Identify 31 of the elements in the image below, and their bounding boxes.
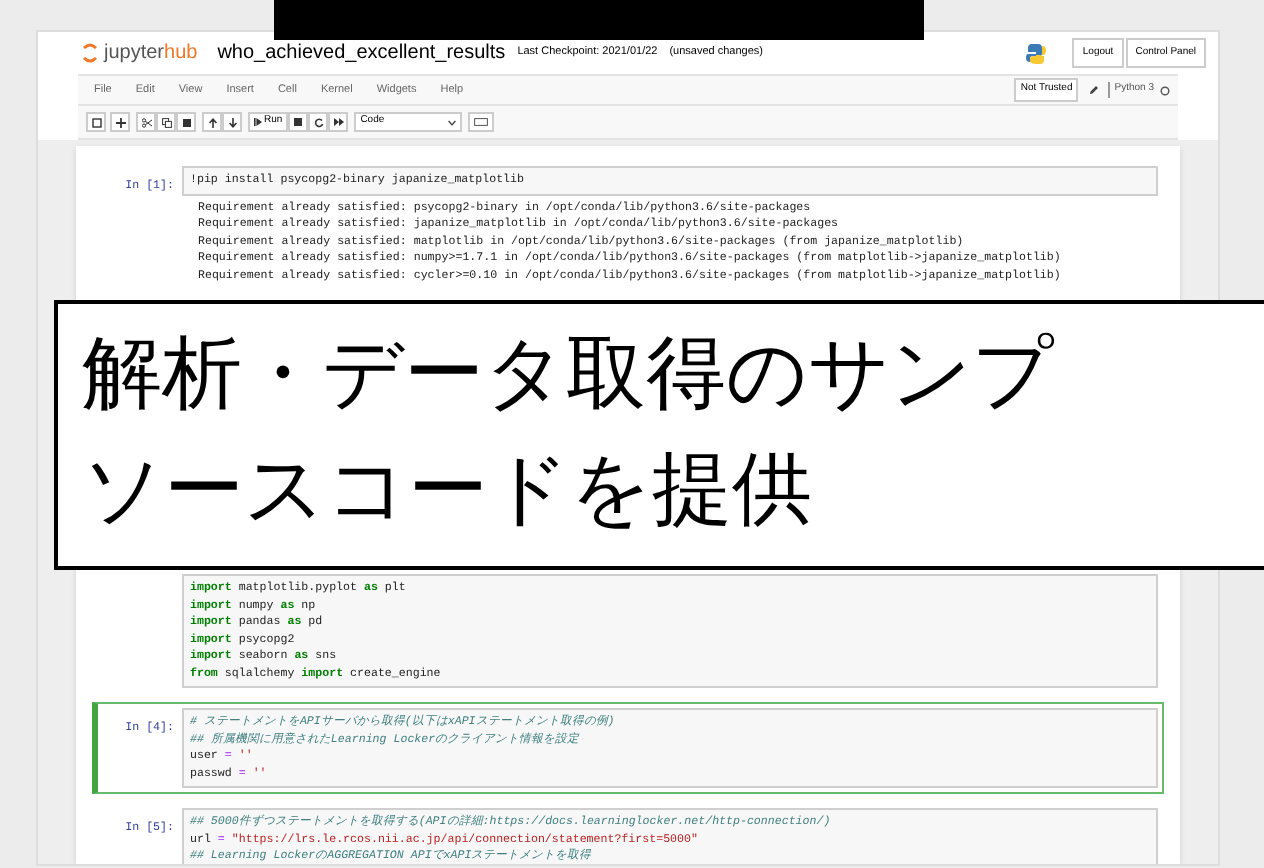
plus-icon bbox=[115, 117, 125, 127]
arrow-down-icon bbox=[227, 117, 237, 127]
arrow-up-icon bbox=[207, 117, 217, 127]
step-forward-icon bbox=[254, 118, 262, 126]
jupyterhub-logo: jupyterhub bbox=[104, 40, 198, 68]
code-input[interactable] bbox=[182, 808, 1158, 864]
notebook-name[interactable]: who_achieved_excellent_results bbox=[217, 38, 506, 68]
move-up-button[interactable] bbox=[202, 112, 222, 132]
interrupt-button[interactable] bbox=[288, 112, 309, 132]
copy-button[interactable] bbox=[156, 112, 176, 132]
jupyter-logo-icon bbox=[82, 42, 98, 64]
cut-button[interactable] bbox=[136, 112, 156, 132]
keyboard-icon bbox=[474, 118, 489, 126]
refresh-icon bbox=[313, 117, 324, 127]
caption-text: ソースコードを提供 bbox=[82, 444, 814, 538]
restart-button[interactable] bbox=[308, 112, 329, 132]
stop-icon bbox=[294, 118, 303, 126]
python-logo-icon bbox=[1024, 41, 1049, 65]
copy-icon bbox=[161, 117, 171, 127]
kernel-idle-icon bbox=[1160, 85, 1170, 95]
scissors-icon bbox=[141, 117, 151, 127]
paste-button[interactable] bbox=[176, 112, 196, 132]
restart-run-all-button[interactable] bbox=[328, 112, 349, 132]
save-button[interactable] bbox=[86, 112, 106, 132]
command-palette-button[interactable] bbox=[468, 112, 495, 132]
caption-text: 解析・データ取得のサンプ bbox=[82, 328, 1056, 422]
move-down-button[interactable] bbox=[222, 112, 242, 132]
insert-cell-button[interactable] bbox=[110, 112, 130, 132]
pencil-icon[interactable] bbox=[1088, 84, 1101, 96]
chevron-down-icon bbox=[448, 119, 457, 125]
fast-forward-icon bbox=[333, 118, 344, 126]
